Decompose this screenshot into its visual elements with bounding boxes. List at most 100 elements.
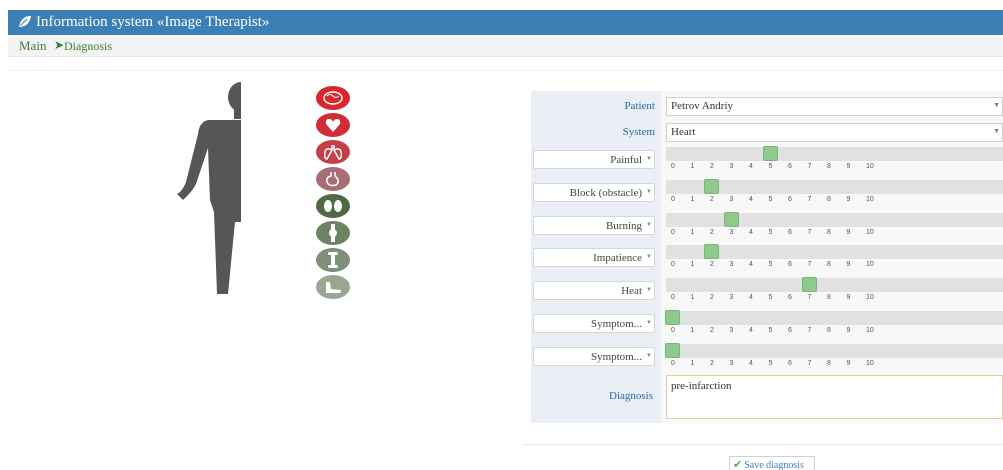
symptom-label: Symptom...	[590, 318, 642, 330]
intensity-slider-track[interactable]	[666, 278, 1003, 292]
scale-tick-label: 3	[729, 360, 734, 367]
scale-tick-label: 1	[690, 163, 695, 170]
scale-tick-label: 1	[690, 261, 695, 268]
symptom-label: Heat	[621, 285, 642, 297]
chevron-down-icon: ▼	[646, 254, 652, 260]
chevron-down-icon: ▼	[646, 189, 652, 195]
checkmark-icon: ✔	[733, 459, 743, 470]
scale-tick-label: 10	[866, 163, 874, 170]
chevron-down-icon: ▼	[646, 156, 652, 162]
scale-tick-label: 0	[671, 294, 675, 301]
divider	[523, 444, 1003, 445]
scale-tick-label: 10	[866, 294, 874, 301]
breadcrumb-current: Diagnosis	[64, 39, 112, 53]
breadcrumb: Main ➤ Diagnosis	[8, 35, 1003, 57]
foot-icon[interactable]	[316, 275, 350, 299]
patient-value: Petrov Andriy	[671, 100, 734, 112]
heart-icon[interactable]	[316, 113, 350, 137]
scale-tick-label: 5	[768, 294, 773, 301]
scale-tick-label: 0	[671, 327, 675, 334]
scale-tick-label: 7	[807, 163, 812, 170]
scale-tick-label: 1	[690, 196, 695, 203]
scale-tick-label: 3	[729, 163, 734, 170]
symptom-select-impatience[interactable]: Impatience ▼	[533, 248, 655, 267]
scale-tick-label: 9	[846, 229, 851, 236]
scale-tick-label: 5	[768, 360, 773, 367]
scale-tick-label: 10	[866, 261, 874, 268]
scale-tick-label: 6	[788, 229, 792, 236]
brain-icon[interactable]	[316, 86, 350, 110]
symptom-select-7[interactable]: Symptom... ▼	[533, 347, 655, 366]
scale-tick-label: 5	[768, 229, 773, 236]
scale-tick-label: 2	[710, 163, 714, 170]
slider-handle[interactable]	[723, 212, 739, 227]
human-body-figure	[177, 82, 305, 294]
scale-tick-label: 3	[729, 261, 734, 268]
slider-scale: 0 1 2 3 4 5 6 7 8 9 10	[666, 261, 1003, 271]
chevron-down-icon: ▼	[646, 353, 652, 359]
stomach-icon[interactable]	[316, 167, 350, 191]
slider-handle[interactable]	[762, 146, 778, 161]
scale-tick-label: 1	[690, 327, 695, 334]
scale-tick-label: 4	[749, 229, 753, 236]
app-title: Information system «Image Therapist»	[36, 14, 270, 30]
save-diagnosis-button[interactable]: ✔ Save diagnosis	[729, 456, 815, 470]
kidneys-icon[interactable]	[316, 194, 350, 218]
scale-tick-label: 9	[846, 163, 851, 170]
lungs-icon[interactable]	[316, 140, 350, 164]
intensity-slider-track[interactable]	[666, 147, 1003, 161]
symptom-select-burning[interactable]: Burning ▼	[533, 216, 655, 235]
save-button-label: Save diagnosis	[744, 460, 804, 470]
symptom-label: Burning	[605, 220, 642, 232]
symptom-select-6[interactable]: Symptom... ▼	[533, 314, 655, 333]
scale-tick-label: 3	[729, 294, 734, 301]
scale-tick-label: 0	[671, 229, 675, 236]
scale-tick-label: 7	[807, 360, 812, 367]
scale-tick-label: 9	[846, 360, 851, 367]
slider-handle[interactable]	[665, 343, 680, 358]
scale-tick-label: 5	[768, 196, 773, 203]
scale-tick-label: 2	[710, 261, 714, 268]
bone-icon[interactable]	[316, 248, 350, 272]
scale-tick-label: 8	[827, 360, 831, 367]
slider-handle[interactable]	[665, 310, 680, 325]
patient-select[interactable]: Petrov Andriy ▼	[666, 97, 1003, 116]
scale-tick-label: 9	[846, 327, 851, 334]
scale-tick-label: 9	[846, 294, 851, 301]
intensity-slider-track[interactable]	[666, 311, 1003, 325]
scale-tick-label: 3	[729, 327, 734, 334]
scale-tick-label: 4	[749, 163, 753, 170]
scale-tick-label: 0	[671, 360, 675, 367]
symptom-select-heat[interactable]: Heat ▼	[533, 281, 655, 300]
slider-scale: 0 1 2 3 4 5 6 7 8 9 10	[666, 294, 1003, 304]
scale-tick-label: 0	[671, 196, 675, 203]
symptom-select-block[interactable]: Block (obstacle) ▼	[533, 183, 655, 202]
intensity-slider-track[interactable]	[666, 213, 1003, 227]
diagnosis-textarea[interactable]: pre-infarction	[666, 375, 1003, 419]
scale-tick-label: 10	[866, 229, 874, 236]
title-bar: Information system «Image Therapist»	[8, 10, 1003, 35]
slider-handle[interactable]	[704, 244, 719, 259]
scale-tick-label: 6	[788, 163, 792, 170]
symptom-select-painful[interactable]: Painful ▼	[533, 150, 655, 169]
symptom-label: Painful	[610, 154, 642, 166]
scale-tick-label: 5	[768, 261, 773, 268]
scale-tick-label: 6	[788, 360, 792, 367]
scale-tick-label: 7	[807, 229, 812, 236]
breadcrumb-separator-icon: ➤	[54, 38, 65, 52]
scale-tick-label: 1	[690, 229, 695, 236]
slider-handle[interactable]	[801, 277, 817, 292]
system-select[interactable]: Heart ▼	[666, 123, 1003, 142]
scale-tick-label: 8	[827, 294, 831, 301]
scale-tick-label: 10	[866, 327, 874, 334]
scale-tick-label: 10	[866, 196, 874, 203]
slider-scale: 0 1 2 3 4 5 6 7 8 9 10	[666, 360, 1003, 370]
divider	[8, 70, 1003, 71]
joint-icon[interactable]	[316, 221, 350, 245]
intensity-slider-track[interactable]	[666, 344, 1003, 358]
breadcrumb-main-link[interactable]: Main	[19, 38, 46, 54]
chevron-down-icon: ▼	[646, 222, 652, 228]
scale-tick-label: 2	[710, 294, 714, 301]
slider-handle[interactable]	[704, 179, 719, 194]
scale-tick-label: 6	[788, 294, 792, 301]
